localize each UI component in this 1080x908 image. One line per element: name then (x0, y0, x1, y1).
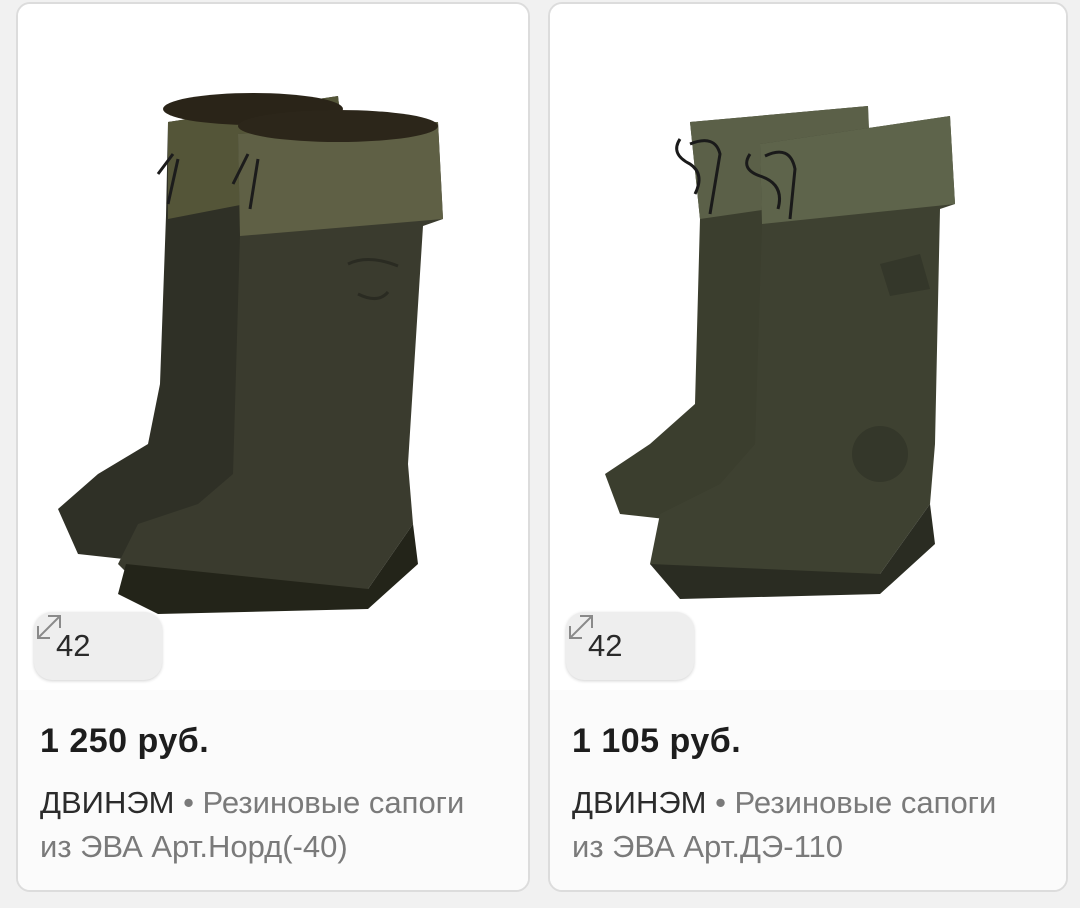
separator-dot: • (174, 785, 203, 820)
size-badge: 42 (566, 612, 694, 680)
resize-arrow-icon (37, 615, 61, 639)
product-price: 1 105 руб. (572, 722, 742, 760)
product-info[interactable]: 1 250 руб. ДВИНЭМ • Резиновые сапоги из … (18, 690, 528, 890)
resize-arrow-icon (569, 615, 593, 639)
size-badge: 42 (34, 612, 162, 680)
product-image[interactable]: 42 (550, 4, 1066, 690)
product-brand: ДВИНЭМ (572, 785, 707, 820)
product-description[interactable]: ДВИНЭМ • Резиновые сапоги из ЭВА Арт.Нор… (40, 781, 500, 869)
product-brand: ДВИНЭМ (40, 785, 175, 820)
separator-dot: • (706, 785, 735, 820)
boots-image (605, 106, 955, 599)
product-info[interactable]: 1 105 руб. ДВИНЭМ • Резиновые сапоги из … (550, 690, 1066, 890)
product-price: 1 250 руб. (40, 722, 210, 760)
product-image[interactable]: 42 (18, 4, 528, 690)
product-card[interactable]: 42 1 250 руб. ДВИНЭМ • Резиновые сапоги … (16, 2, 530, 892)
product-description[interactable]: ДВИНЭМ • Резиновые сапоги из ЭВА Арт.ДЭ-… (572, 781, 1032, 869)
product-card[interactable]: 42 1 105 руб. ДВИНЭМ • Резиновые сапоги … (548, 2, 1068, 892)
boots-image (58, 93, 443, 614)
